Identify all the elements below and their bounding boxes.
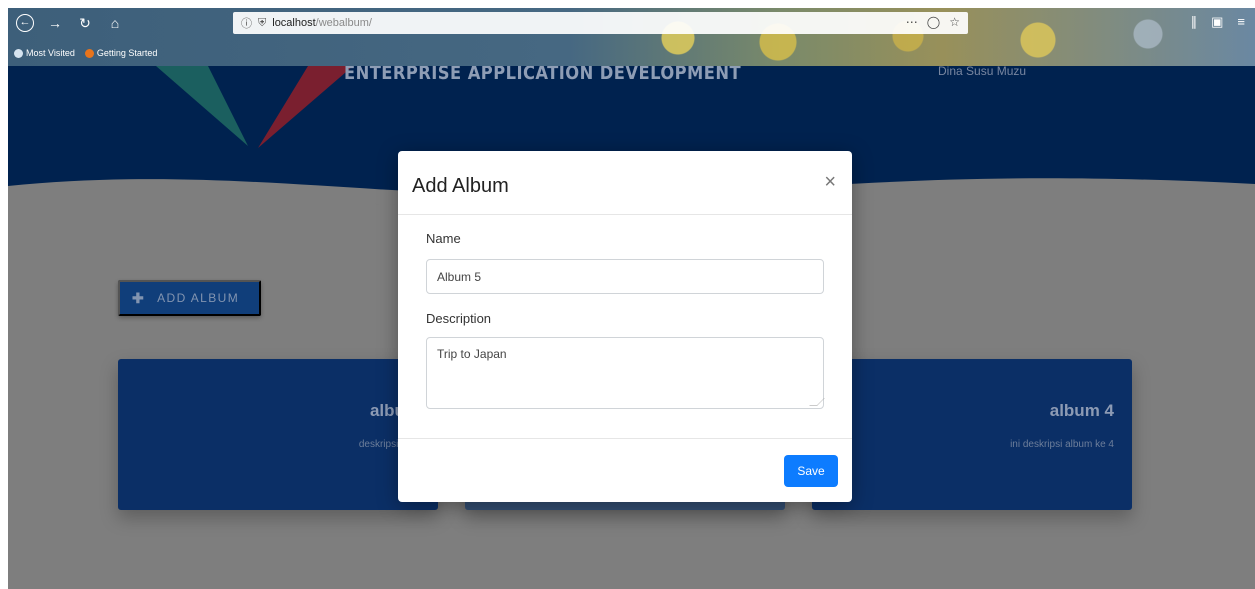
browser-toolbar: ← → ↻ ⌂ ⓘ ⛨ localhost/webalbum/ ⋯ ◯ ☆ ∥ … xyxy=(8,8,1255,66)
name-label: Name xyxy=(426,231,461,246)
album-title: album 4 xyxy=(1049,401,1114,420)
modal-title: Add Album xyxy=(412,175,509,197)
bookmarks-bar: Most Visited Getting Started xyxy=(14,48,157,58)
close-icon[interactable]: × xyxy=(824,171,836,194)
home-icon[interactable]: ⌂ xyxy=(106,14,124,32)
bookmark-label: Most Visited xyxy=(26,48,75,58)
album-card[interactable]: album deskripsi albu xyxy=(118,359,438,510)
gear-icon xyxy=(14,48,23,58)
forward-icon[interactable]: → xyxy=(46,14,64,32)
info-icon[interactable]: ⓘ xyxy=(241,15,252,31)
browser-tools: ∥ ▣ ≡ xyxy=(1191,14,1245,30)
description-label: Description xyxy=(426,311,492,326)
shield-icon[interactable]: ⛨ xyxy=(258,17,266,30)
navigation-buttons: ← → ↻ ⌂ xyxy=(16,14,124,32)
add-album-button[interactable]: ✚ ADD ALBUM xyxy=(118,280,261,316)
logo-red-shape xyxy=(258,66,353,148)
page-title: ENTERPRISE APPLICATION DEVELOPMENT xyxy=(344,66,742,84)
add-album-modal: Add Album × Name Description Trip to Jap… xyxy=(398,151,852,502)
reload-icon[interactable]: ↻ xyxy=(76,14,94,32)
plus-icon: ✚ xyxy=(132,289,146,306)
modal-footer: Save xyxy=(398,438,852,502)
address-bar[interactable]: ⓘ ⛨ localhost/webalbum/ ⋯ ◯ ☆ xyxy=(233,12,968,34)
album-name-input[interactable] xyxy=(426,259,824,294)
url-path: /webalbum/ xyxy=(315,17,372,29)
menu-icon[interactable]: ≡ xyxy=(1237,14,1245,30)
add-album-label: ADD ALBUM xyxy=(157,291,240,305)
sidebar-icon[interactable]: ▣ xyxy=(1211,14,1223,30)
bookmark-star-icon[interactable]: ☆ xyxy=(949,15,960,29)
album-description: ini deskripsi album ke 4 xyxy=(1010,439,1114,450)
user-greeting: Dina Susu Muzu xyxy=(938,66,1027,78)
bookmark-most-visited[interactable]: Most Visited xyxy=(14,48,75,58)
bookmark-label: Getting Started xyxy=(96,48,158,58)
browser-window: ← → ↻ ⌂ ⓘ ⛨ localhost/webalbum/ ⋯ ◯ ☆ ∥ … xyxy=(8,8,1255,589)
library-icon[interactable]: ∥ xyxy=(1191,14,1198,30)
page-content: ENTERPRISE APPLICATION DEVELOPMENT Dina … xyxy=(8,66,1255,589)
firefox-icon xyxy=(84,48,94,58)
modal-header: Add Album × xyxy=(398,151,852,215)
more-actions-icon[interactable]: ⋯ xyxy=(906,15,918,29)
save-button[interactable]: Save xyxy=(784,455,838,487)
album-description-textarea[interactable]: Trip to Japan xyxy=(426,337,824,409)
bookmark-getting-started[interactable]: Getting Started xyxy=(84,48,158,58)
logo-teal-shape xyxy=(156,66,248,146)
back-icon[interactable]: ← xyxy=(16,14,34,32)
url-host: localhost xyxy=(272,17,316,29)
pocket-icon[interactable]: ◯ xyxy=(927,15,940,29)
album-card[interactable]: album 4 ini deskripsi album ke 4 xyxy=(812,359,1132,510)
url-actions: ⋯ ◯ ☆ xyxy=(906,15,960,29)
